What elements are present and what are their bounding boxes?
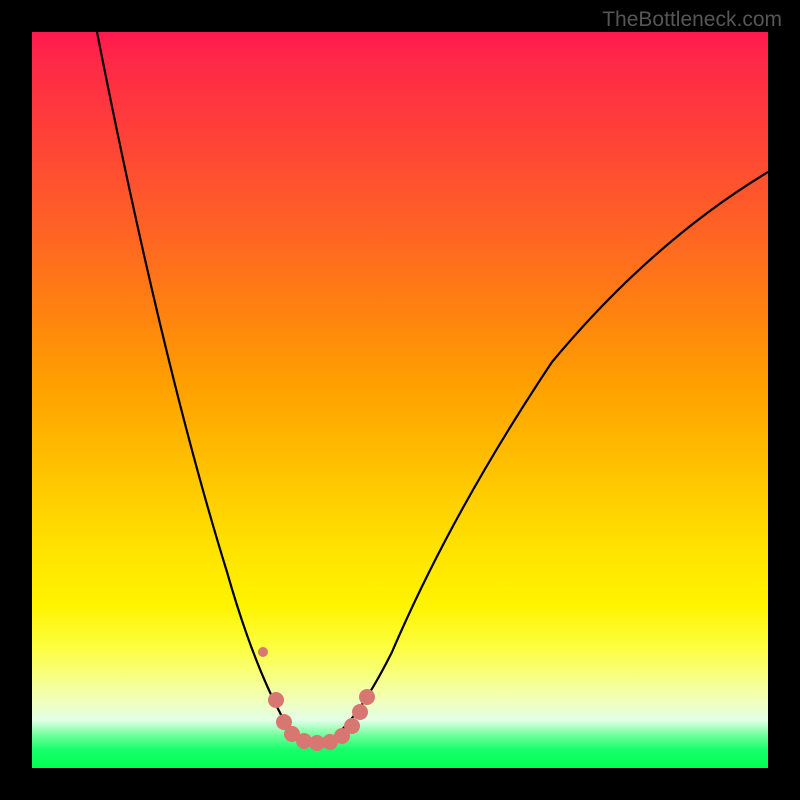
chart-plot-area [32, 32, 768, 768]
data-marker [359, 689, 375, 705]
watermark-text: TheBottleneck.com [602, 8, 782, 32]
data-markers [258, 647, 375, 751]
curve-left [97, 32, 322, 744]
data-marker [352, 704, 368, 720]
curve-right [322, 172, 768, 744]
data-marker [268, 692, 284, 708]
data-marker [258, 647, 268, 657]
chart-svg [32, 32, 768, 768]
data-marker [344, 718, 360, 734]
